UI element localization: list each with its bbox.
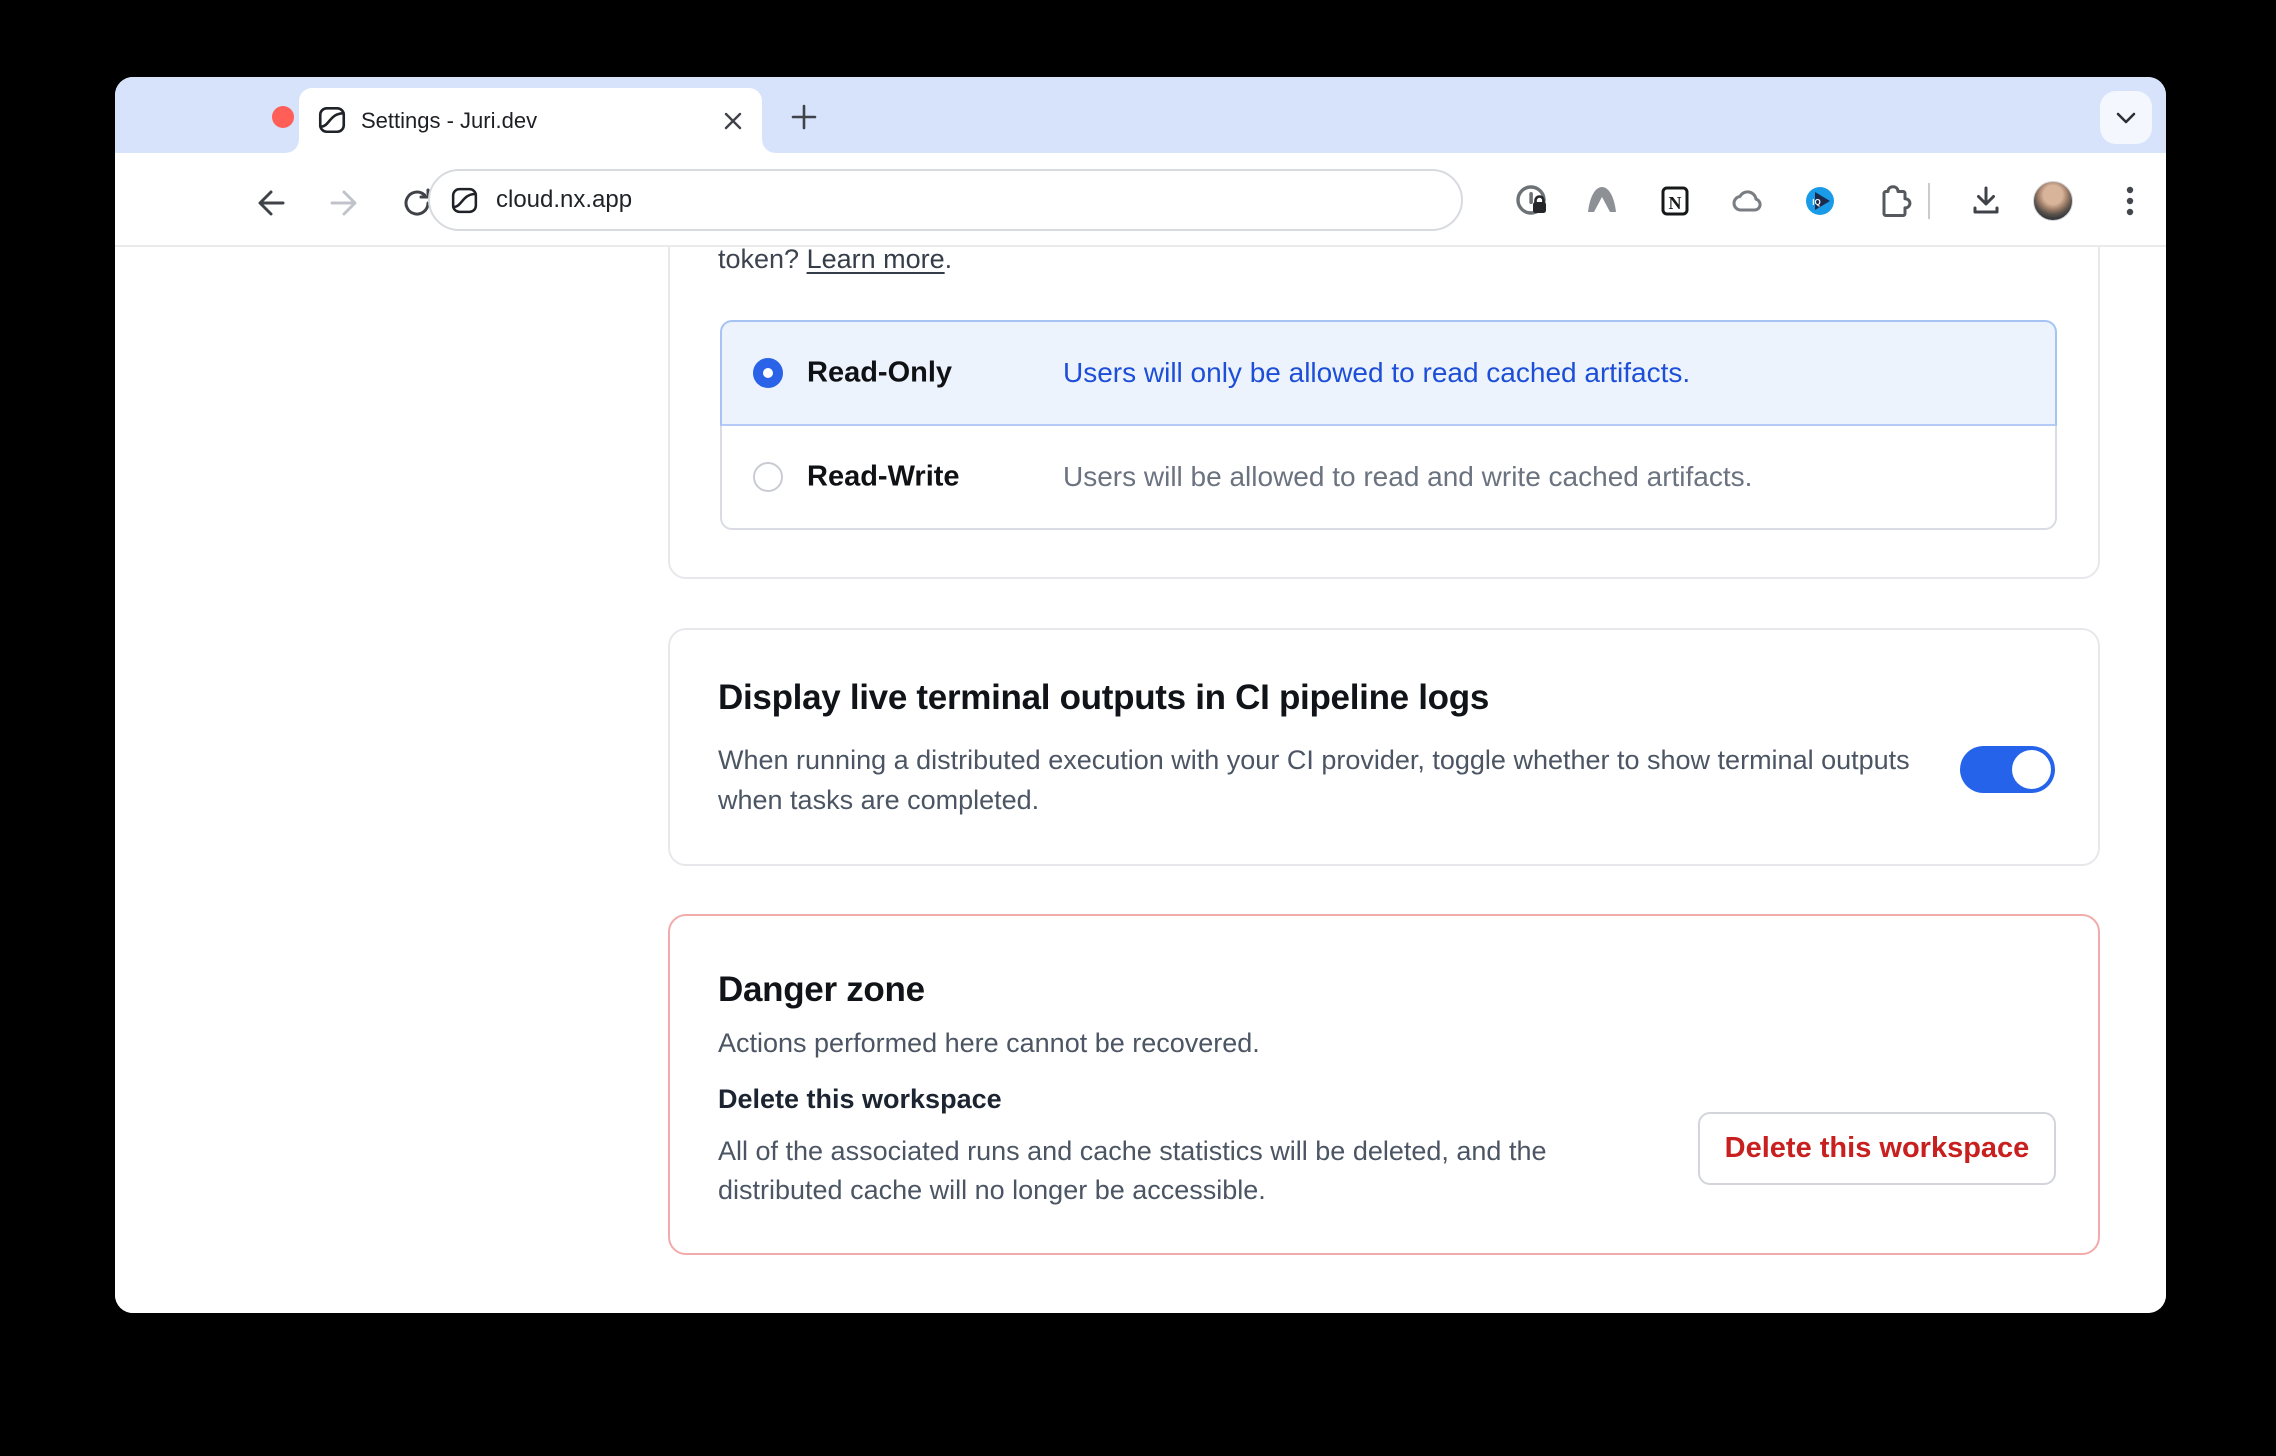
password-manager-icon[interactable] (1513, 182, 1551, 220)
browser-tab[interactable]: Settings - Juri.dev (299, 88, 762, 153)
delete-workspace-label: Delete this workspace (718, 1084, 1002, 1115)
tab-title: Settings - Juri.dev (361, 88, 537, 153)
danger-zone-title: Danger zone (718, 970, 925, 1010)
delete-workspace-description: All of the associated runs and cache sta… (718, 1132, 1598, 1210)
back-icon[interactable] (251, 183, 291, 223)
close-window-button[interactable] (272, 106, 294, 128)
tab-strip: Settings - Juri.dev (115, 77, 2166, 153)
learn-more-link[interactable]: Learn more (807, 247, 945, 274)
access-level-card: token? Learn more. Read-Only Users will … (668, 247, 2100, 579)
extensions-icon[interactable] (1875, 182, 1913, 220)
arc-browser-icon[interactable] (1583, 182, 1621, 220)
new-tab-button[interactable] (787, 100, 821, 134)
terminal-outputs-card: Display live terminal outputs in CI pipe… (668, 628, 2100, 866)
terminal-outputs-toggle[interactable] (1960, 746, 2055, 793)
tab-search-button[interactable] (2100, 91, 2152, 144)
access-level-radio-group: Read-Only Users will only be allowed to … (720, 320, 2057, 530)
radio-option-read-only[interactable]: Read-Only Users will only be allowed to … (720, 320, 2057, 426)
browser-window: Settings - Juri.dev (115, 77, 2166, 1313)
toolbar-separator (1928, 183, 1930, 219)
radio-option-read-write[interactable]: Read-Write Users will be allowed to read… (720, 426, 2057, 530)
svg-text:IQ: IQ (1812, 198, 1820, 207)
menu-kebab-icon[interactable] (2111, 182, 2149, 220)
tab-close-icon[interactable] (716, 104, 750, 138)
clipped-help-text: token? Learn more. (718, 247, 952, 275)
radio-label: Read-Only (807, 357, 952, 390)
svg-text:N: N (1669, 193, 1682, 213)
radio-description: Users will only be allowed to read cache… (1063, 357, 1690, 389)
terminal-card-description: When running a distributed execution wit… (718, 740, 1958, 820)
radio-label: Read-Write (807, 461, 960, 494)
site-icon (450, 186, 479, 215)
delete-workspace-button[interactable]: Delete this workspace (1698, 1112, 2056, 1185)
danger-zone-subtitle: Actions performed here cannot be recover… (718, 1028, 1260, 1059)
notion-icon[interactable]: N (1656, 182, 1694, 220)
page-content: token? Learn more. Read-Only Users will … (115, 247, 2166, 1313)
cloud-icon[interactable] (1728, 182, 1766, 220)
chevron-down-icon (2116, 112, 2136, 124)
downloads-icon[interactable] (1967, 182, 2005, 220)
browser-toolbar: cloud.nx.app N (115, 153, 2166, 247)
profile-avatar[interactable] (2033, 181, 2073, 221)
nx-cloud-favicon (317, 105, 347, 135)
terminal-card-title: Display live terminal outputs in CI pipe… (718, 678, 1489, 718)
danger-zone-card: Danger zone Actions performed here canno… (668, 914, 2100, 1255)
radio-unselected-icon[interactable] (753, 462, 783, 492)
forward-icon[interactable] (324, 183, 364, 223)
video-player-icon[interactable]: IQ (1801, 182, 1839, 220)
radio-description: Users will be allowed to read and write … (1063, 461, 1752, 493)
url-text: cloud.nx.app (496, 186, 632, 214)
toggle-knob (2012, 750, 2051, 789)
address-bar[interactable]: cloud.nx.app (428, 169, 1463, 231)
radio-selected-icon[interactable] (753, 358, 783, 388)
